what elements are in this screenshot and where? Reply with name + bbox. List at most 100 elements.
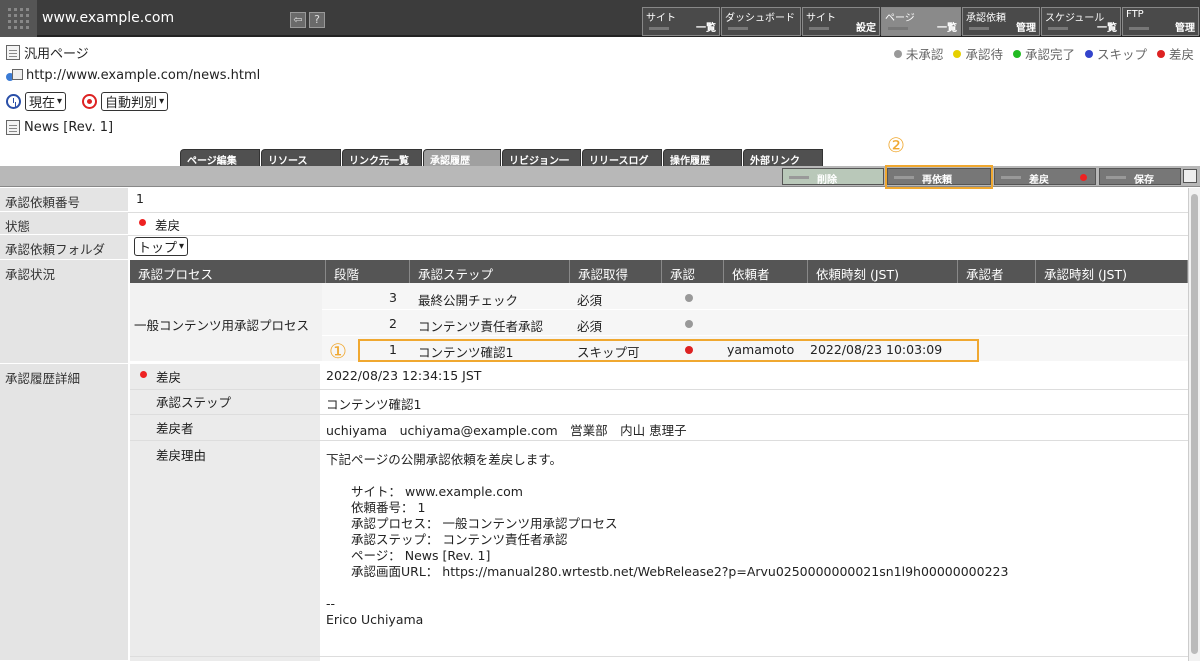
nav-label: 一覧 [937, 23, 957, 34]
page-name: News [Rev. 1] [24, 120, 114, 135]
legend-label: 未承認 [905, 47, 944, 62]
divider [322, 335, 1188, 336]
target-icon [82, 94, 98, 109]
tab-operation-history[interactable]: 操作履歴 [663, 149, 742, 167]
status-dot-icon [953, 49, 962, 58]
divider [128, 235, 1188, 236]
page-type: 汎用ページ [24, 47, 89, 62]
history-time: 2022/08/23 12:34:15 JST [326, 368, 482, 383]
vertical-scrollbar[interactable] [1188, 188, 1200, 661]
process-name: 一般コンテンツ用承認プロセス [134, 318, 310, 333]
legend-label: 承認完了 [1024, 47, 1075, 62]
tab-link-sources[interactable]: リンク元一覧 [342, 149, 422, 167]
app-logo-icon[interactable] [0, 0, 37, 37]
folder-label: 承認依頼フォルダ [0, 235, 128, 260]
reason-line: サイト： www.example.com [326, 484, 523, 499]
nav-approval-manage[interactable]: 承認依頼 管理 [962, 7, 1040, 36]
nav-label: 承認依頼 [966, 13, 1006, 24]
nav-label: スケジュール [1045, 13, 1105, 24]
page-type-row: 汎用ページ [6, 43, 89, 62]
stage-cell: 3 [389, 290, 397, 305]
annotation-one: ① [329, 339, 347, 363]
nav-page-list[interactable]: ページ一覧 [881, 7, 961, 36]
chevron-down-icon: ▾ [179, 241, 185, 252]
chevron-down-icon: ▾ [57, 96, 63, 107]
divider [130, 414, 1188, 415]
tab-approval-history[interactable]: 承認履歴 [423, 149, 501, 167]
status-dot-icon [1084, 49, 1093, 58]
divider [130, 389, 1188, 390]
back-button[interactable]: ⇦ [290, 12, 306, 28]
reason-line: 下記ページの公開承認依頼を差戻します。 [326, 452, 563, 467]
reason-line: -- [326, 596, 336, 611]
status-dot-icon [685, 320, 693, 328]
nav-ftp-manage[interactable]: FTP 管理 [1122, 7, 1199, 36]
reject-label: 差戻 [1029, 175, 1049, 186]
page-doc-icon [6, 120, 20, 135]
reason-line: 依頼番号： 1 [326, 500, 426, 515]
annotation-two: ② [887, 133, 905, 157]
reason-line: ページ： News [Rev. 1] [326, 548, 491, 563]
delete-button[interactable]: 削除 [782, 168, 884, 186]
judge-select[interactable]: 自動判別 ▾ [101, 92, 169, 111]
save-button[interactable]: 保存 [1099, 168, 1181, 186]
nav-label: サイト [646, 13, 676, 24]
help-button[interactable]: ? [309, 12, 325, 28]
nav-label: 設定 [856, 23, 876, 34]
header-step: 承認ステップ [410, 260, 570, 283]
status-dot-icon [685, 294, 693, 302]
save-disk-icon[interactable] [1183, 169, 1197, 183]
reason-line: 承認プロセス： 一般コンテンツ用承認プロセス [326, 516, 618, 531]
nav-site-list[interactable]: サイト 一覧 [642, 7, 720, 36]
header-get: 承認取得 [570, 260, 662, 283]
nav-dashboard[interactable]: ダッシュボード [721, 7, 801, 36]
page-url[interactable]: http://www.example.com/news.html [26, 68, 260, 83]
header-approval: 承認 [662, 260, 724, 283]
tab-page-edit[interactable]: ページ編集 [180, 149, 260, 167]
page-url-row: http://www.example.com/news.html [6, 68, 260, 83]
nav-label: FTP [1126, 9, 1144, 20]
reason-line: 承認ステップ： コンテンツ責任者承認 [326, 532, 568, 547]
get-cell: 必須 [577, 293, 603, 308]
tab-release-log[interactable]: リリースログ [582, 149, 662, 167]
divider [130, 656, 1188, 657]
status-value: 差戻 [155, 218, 181, 233]
stage-cell: 2 [389, 316, 397, 331]
status-dot-icon [1156, 49, 1165, 58]
time-select[interactable]: 現在 ▾ [25, 92, 67, 111]
header-requester: 依頼者 [724, 260, 808, 283]
status-legend: 未承認 承認待 承認完了 スキップ 差戻 [893, 44, 1194, 63]
history-by: uchiyama uchiyama@example.com 営業部 内山 恵理子 [326, 423, 687, 438]
status-dot-icon [1080, 174, 1087, 181]
nav-schedule-list[interactable]: スケジュール 一覧 [1041, 7, 1121, 36]
scrollbar-thumb[interactable] [1191, 194, 1198, 654]
legend-label: 差戻 [1168, 47, 1194, 62]
get-cell: 必須 [577, 319, 603, 334]
clock-icon [6, 94, 21, 109]
page-name-row: News [Rev. 1] [6, 120, 113, 135]
save-label: 保存 [1134, 175, 1154, 186]
status-dot-icon [139, 219, 146, 226]
header-approver: 承認者 [958, 260, 1036, 283]
approval-status-label: 承認状況 [0, 260, 128, 364]
tab-external-links[interactable]: 外部リンク [743, 149, 823, 167]
nav-site-settings[interactable]: サイト設定 [802, 7, 880, 36]
tab-resources[interactable]: リソース [261, 149, 341, 167]
judge-select-value: 自動判別 [105, 96, 158, 111]
nav-label: 一覧 [1097, 23, 1117, 34]
tab-revision-list[interactable]: リビジョン一覧 [502, 149, 581, 182]
nav-label: ページ [885, 13, 915, 24]
reject-button[interactable]: 差戻 [994, 168, 1096, 186]
nav-label: 管理 [1175, 23, 1195, 34]
header-approve-time: 承認時刻 (JST) [1036, 260, 1188, 283]
nav-label: 管理 [1016, 23, 1036, 34]
legend-label: スキップ [1096, 47, 1147, 62]
nav-label: サイト [806, 13, 836, 24]
divider [130, 440, 1188, 441]
status-label: 状態 [0, 212, 128, 235]
chevron-down-icon: ▾ [159, 96, 165, 107]
header-process: 承認プロセス [130, 260, 326, 283]
folder-select[interactable]: トップ ▾ [134, 237, 189, 256]
header-stage: 段階 [326, 260, 410, 283]
history-by-label: 差戻者 [156, 421, 194, 436]
